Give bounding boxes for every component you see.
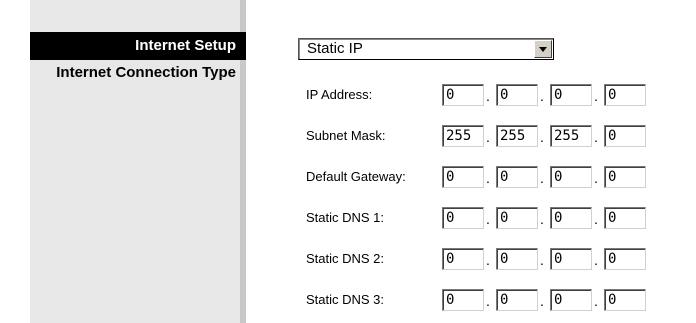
- separator-dot: .: [540, 129, 544, 145]
- section-label: Internet Connection Type: [56, 64, 236, 81]
- separator-dot: .: [486, 252, 490, 268]
- separator-dot: .: [594, 88, 598, 104]
- static-dns-1-octet-2[interactable]: 0: [496, 207, 538, 229]
- static-dns-2-label: Static DNS 2:: [306, 251, 385, 266]
- static-dns-2-octet-1[interactable]: 0: [442, 248, 484, 270]
- default-gateway-octet-3[interactable]: 0: [550, 166, 592, 188]
- subnet-mask-label: Subnet Mask:: [306, 128, 386, 143]
- static-dns-1-octet-1[interactable]: 0: [442, 207, 484, 229]
- static-dns-1-octet-3[interactable]: 0: [550, 207, 592, 229]
- static-dns-3-octet-3[interactable]: 0: [550, 289, 592, 311]
- default-gateway-octet-2[interactable]: 0: [496, 166, 538, 188]
- separator-dot: .: [486, 211, 490, 227]
- static-dns-1-octet-4[interactable]: 0: [604, 207, 646, 229]
- separator-dot: .: [486, 170, 490, 186]
- separator-dot: .: [486, 293, 490, 309]
- ip-address-octet-3[interactable]: 0: [550, 84, 592, 106]
- separator-dot: .: [594, 252, 598, 268]
- static-dns-2-octet-2[interactable]: 0: [496, 248, 538, 270]
- default-gateway-octet-1[interactable]: 0: [442, 166, 484, 188]
- separator-dot: .: [540, 88, 544, 104]
- static-dns-2-octet-4[interactable]: 0: [604, 248, 646, 270]
- section-header: Internet Setup: [30, 32, 246, 60]
- chevron-down-icon[interactable]: [534, 40, 552, 58]
- default-gateway-octet-4[interactable]: 0: [604, 166, 646, 188]
- separator-dot: .: [594, 293, 598, 309]
- subnet-mask-octet-4[interactable]: 0: [604, 125, 646, 147]
- separator-dot: .: [594, 129, 598, 145]
- separator-dot: .: [594, 211, 598, 227]
- separator-dot: .: [486, 88, 490, 104]
- connection-type-value: Static IP: [307, 40, 363, 57]
- connection-type-select[interactable]: Static IP: [298, 38, 554, 60]
- separator-dot: .: [594, 170, 598, 186]
- ip-address-octet-1[interactable]: 0: [442, 84, 484, 106]
- static-dns-3-octet-1[interactable]: 0: [442, 289, 484, 311]
- static-dns-1-label: Static DNS 1:: [306, 210, 385, 225]
- separator-dot: .: [486, 129, 490, 145]
- separator-dot: .: [540, 252, 544, 268]
- ip-address-octet-2[interactable]: 0: [496, 84, 538, 106]
- subnet-mask-octet-3[interactable]: 255: [550, 125, 592, 147]
- static-dns-2-octet-3[interactable]: 0: [550, 248, 592, 270]
- default-gateway-label: Default Gateway:: [306, 169, 406, 184]
- subnet-mask-octet-2[interactable]: 255: [496, 125, 538, 147]
- ip-address-label: IP Address:: [306, 87, 373, 102]
- static-dns-3-octet-2[interactable]: 0: [496, 289, 538, 311]
- ip-address-octet-4[interactable]: 0: [604, 84, 646, 106]
- static-dns-3-octet-4[interactable]: 0: [604, 289, 646, 311]
- separator-dot: .: [540, 211, 544, 227]
- separator-dot: .: [540, 170, 544, 186]
- separator-dot: .: [540, 293, 544, 309]
- static-dns-3-label: Static DNS 3:: [306, 292, 385, 307]
- subnet-mask-octet-1[interactable]: 255: [442, 125, 484, 147]
